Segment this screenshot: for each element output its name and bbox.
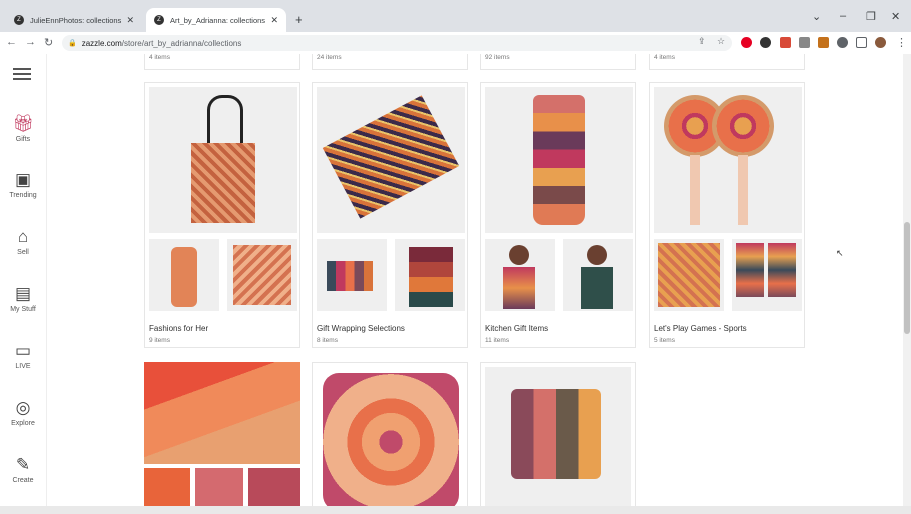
url-path: /store/art_by_adrianna/collections — [121, 38, 242, 48]
close-window-icon[interactable]: ✕ — [891, 10, 900, 23]
gift-icon: 🎁︎ — [12, 114, 34, 133]
collection-name[interactable]: Gift Wrapping Selections — [317, 324, 405, 333]
browser-toolbar: ← → ↻ 🔒 zazzle.com/store/art_by_adrianna… — [0, 32, 911, 54]
sidebar-item-create[interactable]: ✎ Create — [0, 455, 46, 484]
back-icon[interactable]: ← — [6, 36, 17, 48]
pillow-image — [485, 367, 631, 506]
sidebar-item-live[interactable]: ▭ LIVE — [0, 341, 46, 370]
item-count: 24 items — [317, 54, 342, 61]
url-host: zazzle.com — [81, 38, 122, 48]
mandala-image — [323, 373, 459, 506]
browser-tab-bar: Z JulieEnnPhotos: collections on Z... ✕ … — [0, 0, 911, 32]
mouse-cursor-icon: ↖ — [836, 248, 844, 258]
item-count: 9 items — [149, 337, 170, 344]
zazzle-favicon: Z — [14, 15, 24, 25]
pattern-swatch-image — [227, 239, 297, 311]
gift-tag-image — [317, 239, 387, 311]
collection-name[interactable]: Kitchen Gift Items — [485, 324, 548, 333]
tab-title: Art_by_Adrianna: collections on Z... — [170, 15, 266, 25]
puzzle-extensions-icon[interactable] — [837, 37, 848, 48]
towel-image — [654, 239, 724, 311]
kids-apron-image-2 — [563, 239, 633, 311]
side-panel-icon[interactable] — [856, 37, 867, 48]
item-count: 8 items — [317, 337, 338, 344]
share-icon[interactable]: ⇪ — [698, 36, 706, 47]
wrapping-paper-image — [317, 87, 465, 233]
color-swatch — [195, 468, 243, 506]
scrollbar-thumb[interactable] — [904, 222, 910, 334]
gift-bag-image — [395, 239, 465, 311]
bulb-icon: ◎ — [15, 398, 31, 417]
collection-card-kitchen[interactable]: Kitchen Gift Items 11 items — [480, 82, 636, 348]
forward-icon[interactable]: → — [25, 36, 36, 48]
sidebar-item-label: My Stuff — [10, 306, 36, 313]
browser-tab-2[interactable]: Z Art_by_Adrianna: collections on Z... ✕ — [146, 8, 286, 32]
item-count: 4 items — [149, 54, 170, 61]
tab-title: JulieEnnPhotos: collections on Z... — [30, 15, 122, 25]
cornhole-image — [732, 239, 802, 311]
zazzle-favicon: Z — [154, 15, 164, 25]
hamburger-menu-icon[interactable] — [13, 68, 31, 83]
color-swatch — [248, 468, 300, 506]
sidebar-item-explore[interactable]: ◎ Explore — [0, 398, 46, 427]
collection-name[interactable]: Fashions for Her — [149, 324, 208, 333]
maximize-icon[interactable]: ❐ — [866, 10, 876, 23]
item-count: 92 items — [485, 54, 510, 61]
sidebar-item-my-stuff[interactable]: ▤ My Stuff — [0, 284, 46, 313]
new-tab-icon[interactable]: + — [295, 12, 303, 27]
collection-card-mandala[interactable] — [312, 362, 468, 506]
reload-icon[interactable]: ↻ — [44, 36, 53, 49]
lock-icon: 🔒 — [68, 40, 77, 47]
page-content: 🎁︎ Gifts ▣ Trending ⌂ Sell ▤ My Stuff ▭ … — [0, 54, 903, 506]
sidebar-item-label: LIVE — [15, 363, 31, 370]
menu-dots-icon[interactable]: ⋮ — [896, 36, 907, 49]
vertical-scrollbar[interactable] — [903, 54, 911, 506]
store-icon: ⌂ — [17, 227, 29, 246]
collection-card-pillow[interactable] — [480, 362, 636, 506]
live-icon: ▭ — [14, 341, 32, 360]
tank-top-image — [149, 239, 219, 311]
wand-icon: ✎ — [15, 455, 31, 474]
tab-search-icon[interactable]: ⌄ — [812, 10, 821, 23]
collection-card-desert[interactable] — [144, 362, 300, 506]
trending-icon: ▣ — [14, 170, 32, 189]
extension-icon[interactable] — [799, 37, 810, 48]
folder-icon: ▤ — [14, 284, 32, 303]
left-sidebar: 🎁︎ Gifts ▣ Trending ⌂ Sell ▤ My Stuff ▭ … — [0, 54, 47, 506]
sidebar-item-sell[interactable]: ⌂ Sell — [0, 227, 46, 256]
sidebar-item-label: Explore — [11, 420, 35, 427]
extension-icon[interactable] — [818, 37, 829, 48]
apron-image — [485, 87, 633, 233]
profile-avatar[interactable] — [875, 37, 886, 48]
sidebar-item-label: Trending — [9, 192, 37, 199]
sidebar-item-trending[interactable]: ▣ Trending — [0, 170, 46, 199]
collection-name[interactable]: Let's Play Games - Sports — [654, 324, 747, 333]
bookmark-star-icon[interactable]: ☆ — [717, 36, 725, 47]
kids-apron-image — [485, 239, 555, 311]
close-tab-icon[interactable]: ✕ — [270, 15, 278, 26]
extension-icon[interactable] — [760, 37, 771, 48]
tote-bag-image — [149, 87, 297, 233]
close-tab-icon[interactable]: ✕ — [126, 15, 134, 26]
extension-icon[interactable] — [780, 37, 791, 48]
browser-tab-1[interactable]: Z JulieEnnPhotos: collections on Z... ✕ — [6, 8, 142, 32]
address-bar[interactable]: 🔒 zazzle.com/store/art_by_adrianna/colle… — [62, 35, 732, 51]
sidebar-item-label: Sell — [17, 249, 29, 256]
minimize-icon[interactable]: – — [840, 10, 846, 22]
desert-image — [144, 362, 300, 464]
pinterest-extension-icon[interactable] — [741, 37, 752, 48]
item-count: 11 items — [485, 337, 510, 344]
paddles-image — [654, 87, 802, 233]
sidebar-item-label: Gifts — [15, 136, 31, 143]
item-count: 5 items — [654, 337, 675, 344]
collection-card-games[interactable]: Let's Play Games - Sports 5 items — [649, 82, 805, 348]
color-swatch — [144, 468, 190, 506]
sidebar-item-label: Create — [12, 477, 34, 484]
collection-card-fashions[interactable]: Fashions for Her 9 items — [144, 82, 300, 348]
window-bottom-edge — [0, 506, 911, 514]
item-count: 4 items — [654, 54, 675, 61]
collection-card-gift-wrapping[interactable]: Gift Wrapping Selections 8 items — [312, 82, 468, 348]
sidebar-item-gifts[interactable]: 🎁︎ Gifts — [0, 114, 46, 143]
